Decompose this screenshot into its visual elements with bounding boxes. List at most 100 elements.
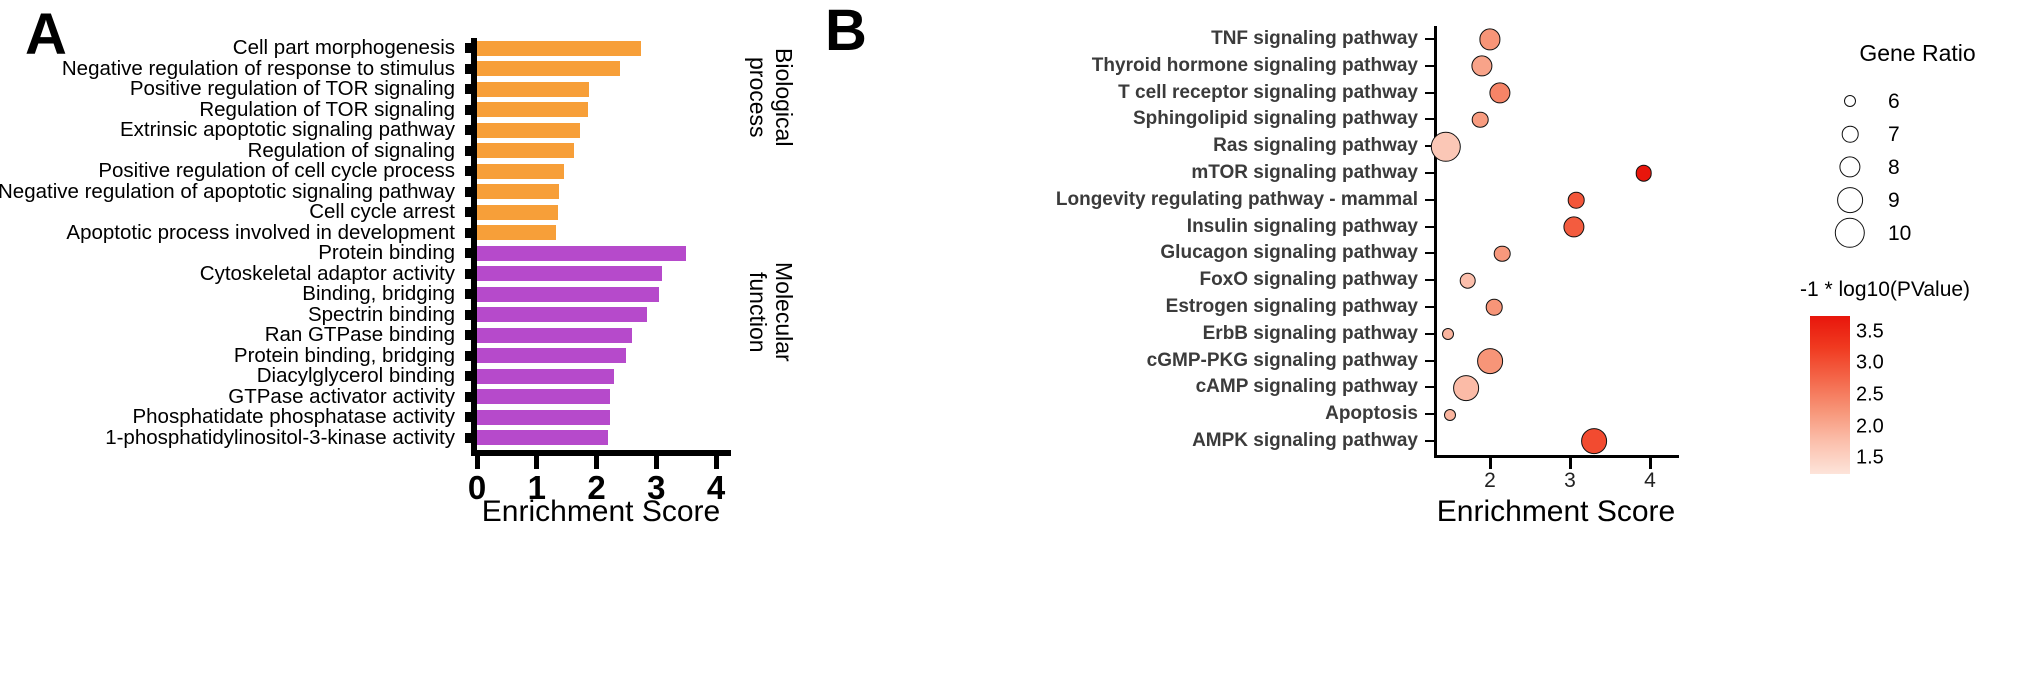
bar-category-label: Negative regulation of response to stimu… [61,56,455,80]
bar-row: Ran GTPase binding [265,324,731,346]
bar-category-label: Protein binding, bridging [233,343,455,367]
data-point-dot [1563,216,1585,238]
y-tick-mark [465,289,471,299]
gene-ratio-legend-item: 9 [1810,184,2025,217]
data-point-dot [1489,82,1511,104]
panel-a-group-label-bp: Biological process [745,48,797,146]
dot-row: cGMP-PKG signaling pathway [1147,348,1674,375]
pathway-label: Estrogen signaling pathway [1165,295,1418,317]
dot-row: Longevity regulating pathway - mammal [1056,187,1674,214]
data-point-dot [1479,28,1501,50]
dot-row: T cell receptor signaling pathway [1118,80,1674,107]
gene-ratio-legend-circle [1834,217,1866,249]
x-tick-mark [653,456,659,469]
panel-a-bars: Cell part morphogenesis Negative regulati… [0,37,731,448]
y-tick-mark [1425,252,1434,255]
bar [477,409,610,425]
y-tick-mark [465,227,471,238]
pathway-label: TNF signaling pathway [1211,28,1418,49]
bar [477,81,590,97]
y-tick-mark [465,166,471,176]
bar-category-label: Cell part morphogenesis [232,36,455,59]
pathway-label: cGMP-PKG signaling pathway [1146,349,1418,371]
y-tick-mark [465,63,471,74]
y-tick-mark [1425,332,1434,335]
bar-row: Diacylglycerol binding [257,365,731,387]
group-mf-line2: function [745,271,771,353]
panel-b-dots: TNF signaling pathway Thyroid hormone sig… [1056,26,1674,456]
gene-ratio-legend-circle [1837,187,1863,213]
data-point-dot [1442,328,1455,341]
pathway-label: cAMP signaling pathway [1195,376,1418,398]
x-tick-label: 4 [1644,469,1656,492]
bar-row: Spectrin binding [308,304,731,326]
pathway-label: Longevity regulating pathway - mammal [1055,188,1418,210]
bar-row: Negative regulation of response to stimu… [62,58,731,80]
y-tick-mark [1425,413,1434,416]
data-point-dot [1635,165,1652,182]
bar-row: Protein binding [318,242,731,264]
panel-b-x-axis-line [1434,455,1679,458]
bar [477,266,663,281]
pathway-label: Thyroid hormone signaling pathway [1091,54,1418,76]
y-tick-mark [1425,305,1434,308]
y-tick-mark [1425,171,1434,174]
bar-category-label: Regulation of signaling [247,138,455,162]
gene-ratio-legend-item: 10 [1810,217,2025,250]
x-tick-mark [1648,458,1652,469]
y-tick-mark [1425,91,1434,94]
bar [477,286,660,302]
y-tick-mark [465,350,471,361]
y-tick-mark [1425,198,1434,201]
data-point-dot [1453,374,1479,401]
dot-row: mTOR signaling pathway [1191,160,1674,187]
y-tick-mark [465,268,471,279]
bar [477,327,633,343]
y-tick-mark [1425,386,1434,389]
gene-ratio-legend-circle [1839,156,1861,178]
x-tick-mark [713,456,719,469]
dot-row: Glucagon signaling pathway [1160,240,1674,267]
bar [477,307,648,322]
group-bp-line1: Biological [771,48,797,147]
gene-ratio-legend-value: 8 [1888,156,1900,179]
panel-a: A Cell part morphogenesis Negative regula… [0,0,800,688]
data-point-dot [1444,408,1456,421]
panel-b: B TNF signaling pathway Thyroid hormone s… [800,0,2040,688]
y-tick-mark [465,432,471,443]
data-point-dot [1477,348,1503,374]
bar-row: Apoptotic process involved in developmen… [66,222,731,244]
pathway-label: Ras signaling pathway [1213,135,1418,157]
bar-category-label: Spectrin binding [307,302,455,326]
y-tick-mark [465,412,471,422]
pathway-label: ErbB signaling pathway [1202,322,1418,344]
bar-row: Extrinsic apoptotic signaling pathway [120,119,731,141]
x-tick-label: 2 [1484,469,1496,492]
pathway-label: Insulin signaling pathway [1186,215,1418,237]
bar [477,40,642,56]
group-bp-line2: process [745,56,771,138]
bar-row: Binding, bridging [302,283,731,305]
gene-ratio-legend-value: 9 [1888,189,1900,212]
x-tick-mark [594,456,600,469]
dot-row: Ras signaling pathway [1213,131,1674,162]
y-tick-mark [465,104,471,115]
bar [477,348,627,363]
panel-a-letter: A [25,2,67,67]
gene-ratio-legend-item: 7 [1810,118,2025,151]
y-tick-mark [465,330,471,340]
colorbar-tick-label: 2.0 [1856,415,1884,438]
bar-category-label: Cell cycle arrest [309,200,455,223]
y-tick-mark [1425,64,1434,67]
y-tick-mark [1425,225,1434,228]
bar [477,61,621,76]
colorbar-tick-label: 3.5 [1856,320,1884,343]
bar [477,430,609,445]
dot-row: Thyroid hormone signaling pathway [1092,53,1674,80]
bar [477,204,559,220]
colorbar-tick-label: 3.0 [1856,351,1884,374]
bar-category-label: Diacylglycerol binding [256,364,455,387]
data-point-dot [1493,245,1511,263]
colorbar-tick-label: 1.5 [1856,446,1884,469]
x-tick-mark [534,456,540,469]
